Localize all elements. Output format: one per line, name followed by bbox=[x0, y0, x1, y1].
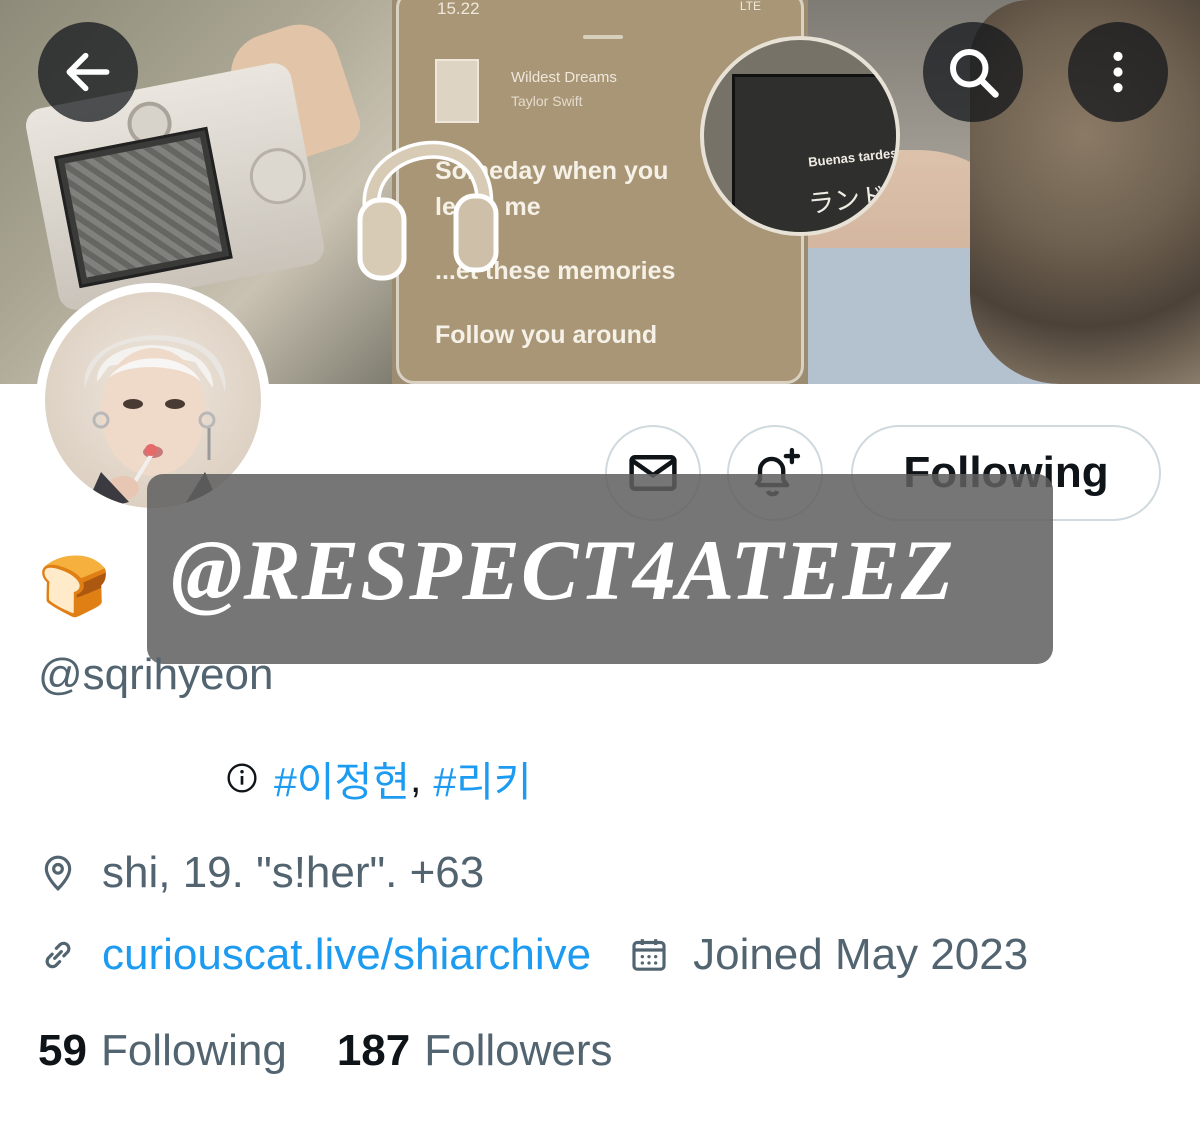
followers-count: 187 bbox=[336, 1026, 411, 1075]
location-pin-icon bbox=[44, 855, 72, 892]
location-text: shi, 19. "s!her". +63 bbox=[102, 848, 485, 897]
camera-dial bbox=[245, 143, 311, 210]
calendar-icon bbox=[632, 939, 666, 971]
followers-label: Followers bbox=[424, 1026, 613, 1075]
watermark-text: @RESPECT4ATEEZ bbox=[171, 522, 955, 618]
user-handle: @sqrihyeon bbox=[38, 650, 274, 699]
arrow-left-icon bbox=[66, 52, 110, 92]
magnifier-sticker: Buenas tardes ランド bbox=[700, 36, 900, 236]
more-button[interactable] bbox=[1068, 22, 1168, 122]
phone-time: 15.22 bbox=[437, 0, 480, 18]
location-row: shi, 19. "s!her". +63 bbox=[38, 848, 484, 898]
followers-count-link[interactable]: 187 Followers bbox=[337, 1026, 613, 1076]
hashtag-link[interactable]: #리키 bbox=[433, 748, 531, 808]
back-button[interactable] bbox=[38, 22, 138, 122]
song-artist: Taylor Swift bbox=[511, 93, 583, 109]
following-count-link[interactable]: 59 Following bbox=[38, 1026, 287, 1076]
camera-screen bbox=[54, 126, 233, 289]
song-title: Wildest Dreams bbox=[511, 69, 617, 86]
display-name: 🍞 bbox=[38, 554, 111, 619]
search-icon bbox=[950, 49, 999, 98]
more-vertical-icon bbox=[1113, 51, 1123, 93]
headphones-sticker bbox=[357, 140, 499, 281]
follow-counts: 59 Following 187 Followers bbox=[38, 1026, 613, 1076]
joined-date: Joined May 2023 bbox=[693, 930, 1029, 979]
watermark: @RESPECT4ATEEZ bbox=[147, 474, 1053, 664]
link-icon bbox=[45, 941, 71, 969]
following-count: 59 bbox=[38, 1026, 87, 1075]
search-button[interactable] bbox=[923, 22, 1023, 122]
lyric-line: Follow you around bbox=[435, 321, 658, 349]
website-link[interactable]: curiouscat.live/shiarchive bbox=[102, 930, 591, 980]
hashtag-link[interactable]: #이정현 bbox=[274, 748, 410, 808]
bio-separator: , bbox=[409, 754, 422, 801]
bio: #이정현 , #리키 bbox=[226, 748, 532, 808]
following-label: Following bbox=[100, 1026, 287, 1075]
link-joined-row: curiouscat.live/shiarchive Joined May 20… bbox=[38, 930, 1028, 980]
info-icon bbox=[227, 763, 257, 793]
phone-handle bbox=[583, 35, 623, 39]
phone-status: LTE bbox=[739, 0, 761, 13]
